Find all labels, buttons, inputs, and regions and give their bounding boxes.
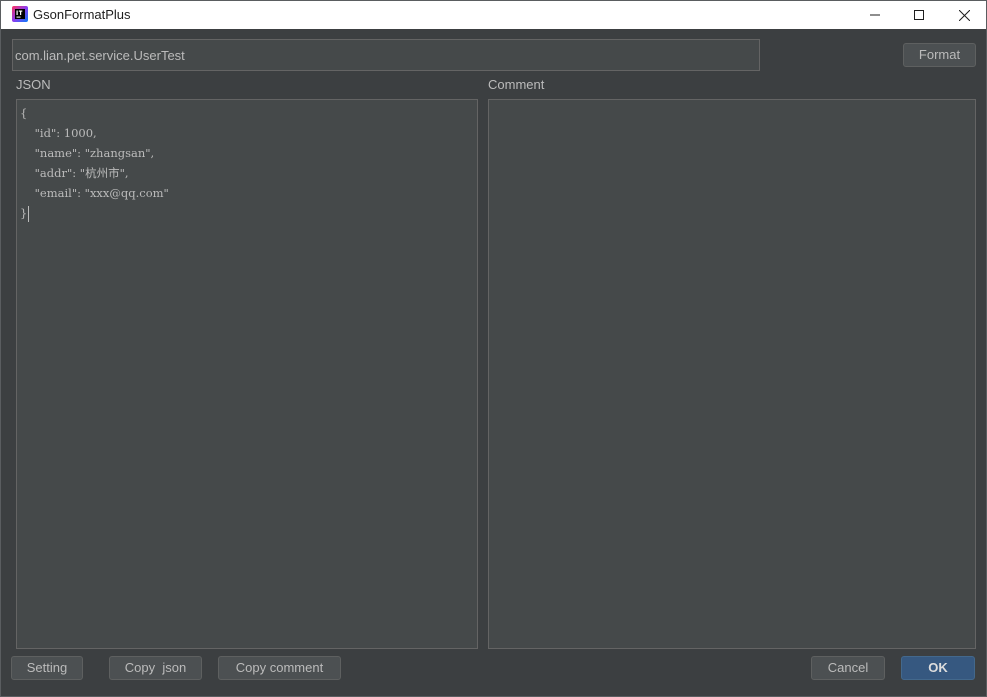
code-line: { (20, 106, 28, 120)
text-caret (28, 206, 30, 222)
copy-json-button[interactable]: Copy json (109, 656, 202, 680)
class-name-input[interactable] (12, 39, 760, 71)
json-editor[interactable]: { "id": 1000, "name": "zhangsan", "addr"… (16, 99, 478, 649)
intellij-app-icon (12, 6, 28, 22)
code-line: "addr": "杭州市", (20, 166, 129, 180)
minimize-button[interactable] (852, 1, 898, 29)
code-line: "email": "xxx@qq.com" (20, 186, 169, 200)
close-icon (958, 9, 970, 21)
ok-button[interactable]: OK (901, 656, 975, 680)
close-button[interactable] (941, 1, 987, 29)
format-button[interactable]: Format (903, 43, 976, 67)
setting-button[interactable]: Setting (11, 656, 83, 680)
comment-editor[interactable] (488, 99, 976, 649)
dialog-window: GsonFormatPlus Format JSON Comment { "id… (0, 0, 987, 697)
minimize-icon (870, 14, 880, 16)
comment-label: Comment (488, 77, 545, 92)
copy-comment-button[interactable]: Copy comment (218, 656, 341, 680)
code-line: "id": 1000, (20, 126, 97, 140)
maximize-button[interactable] (896, 1, 942, 29)
code-line-text: } (20, 206, 28, 220)
code-line-last: } (20, 203, 169, 223)
title-bar: GsonFormatPlus (1, 1, 986, 29)
json-label: JSON (16, 77, 51, 92)
json-code: { "id": 1000, "name": "zhangsan", "addr"… (20, 103, 169, 223)
window-title: GsonFormatPlus (33, 7, 131, 22)
maximize-icon (914, 10, 924, 20)
code-line: "name": "zhangsan", (20, 146, 155, 160)
cancel-button[interactable]: Cancel (811, 656, 885, 680)
